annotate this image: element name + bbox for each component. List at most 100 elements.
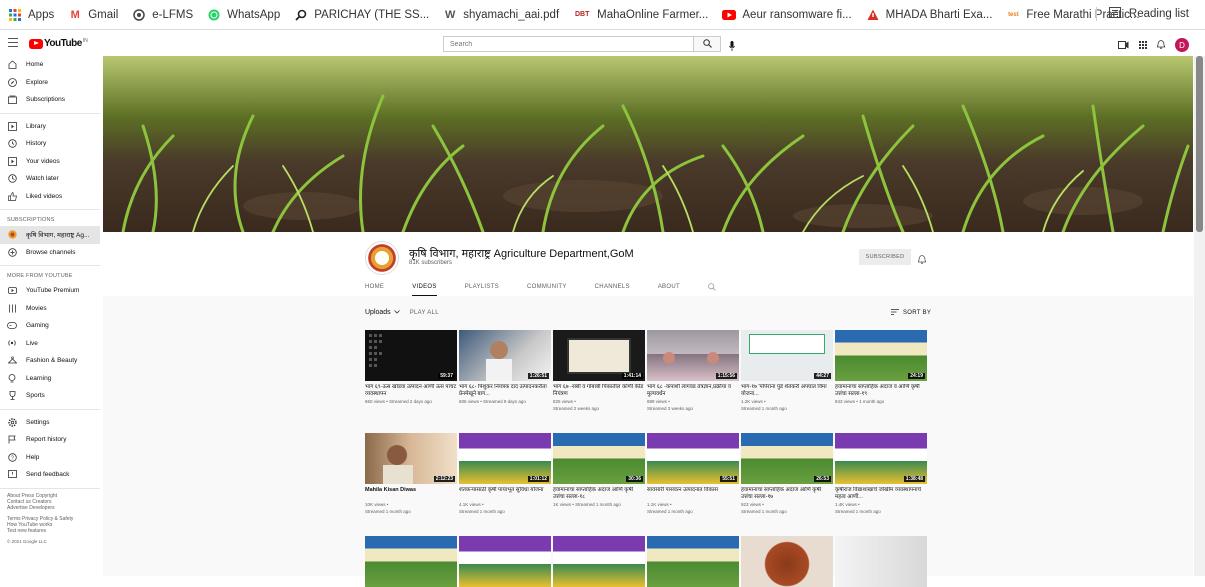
tab-home[interactable]: HOME [365, 278, 384, 296]
sidebar-item-home[interactable]: Home [0, 56, 100, 74]
page-scrollbar[interactable] [1194, 56, 1205, 576]
video-title[interactable]: भाग-१७ 'पोपेराना पुंडे शेतकरी अपघात विमा… [741, 384, 833, 398]
sidebar-item-sports[interactable]: Sports [0, 387, 100, 405]
sidebar-item-report-history[interactable]: Report history [0, 431, 100, 449]
video-title[interactable]: भाग ६८ -कपाशी लागवड तंत्रज्ञान,प्रक्रीया… [647, 384, 739, 398]
video-title[interactable]: भाग ६९-ऊस खोडवा उत्पादन आणी ऊस पाचट व्यव… [365, 384, 457, 398]
video-card[interactable]: 26:53 हवामानाचा साप्ताहिक अंदाज आणि कृषी… [741, 433, 833, 515]
video-thumbnail[interactable]: 59:37 [365, 330, 457, 381]
video-thumbnail[interactable] [459, 536, 551, 587]
video-thumbnail[interactable]: 24:19 [835, 330, 927, 381]
youtube-logo[interactable]: YouTube IN [29, 38, 88, 49]
search-button[interactable] [694, 36, 721, 52]
video-thumbnail[interactable]: 1:01:12 [459, 433, 551, 484]
sidebar-item-send-feedback[interactable]: Send feedback [0, 466, 100, 484]
video-thumbnail[interactable] [647, 536, 739, 587]
bookmark-elfms[interactable]: e-LFMS [132, 8, 193, 22]
notification-bell-icon[interactable] [917, 251, 927, 269]
video-card[interactable]: 55:51 सावसारी पासवत्न उत्पादनात विकास 1.… [647, 433, 739, 515]
video-card[interactable] [365, 536, 457, 587]
tab-community[interactable]: COMMUNITY [527, 278, 567, 296]
create-video-icon[interactable] [1118, 36, 1129, 54]
video-thumbnail[interactable]: 55:51 [647, 433, 739, 484]
sidebar-item-your-videos[interactable]: Your videos [0, 153, 100, 171]
sort-by-button[interactable]: SORT BY [891, 309, 931, 317]
bookmark-ransomware[interactable]: Aeur ransomware fi... [722, 8, 852, 22]
sidebar-item-subscriptions[interactable]: Subscriptions [0, 91, 100, 109]
menu-icon[interactable] [8, 38, 18, 47]
video-thumbnail[interactable]: 30:36 [553, 433, 645, 484]
sidebar-item-fashion[interactable]: Fashion & Beauty [0, 352, 100, 370]
video-card[interactable]: 1:41:14 भाग ६७ -रब्बी व गोबाबी पिकांतील … [553, 330, 645, 412]
sidebar-item-settings[interactable]: Settings [0, 414, 100, 432]
tab-videos[interactable]: VIDEOS [412, 278, 437, 296]
video-card[interactable] [741, 536, 833, 587]
sidebar-item-channel[interactable]: कृषि विभाग, महाराष्ट्र Ag... [0, 226, 100, 244]
microphone-icon[interactable] [729, 38, 735, 56]
sidebar-item-gaming[interactable]: Gaming [0, 317, 100, 335]
video-card[interactable]: 1:01:12 शेतकऱ्यांसाठी कृषी पायाभूत सुविध… [459, 433, 551, 515]
video-thumbnail[interactable] [553, 536, 645, 587]
sidebar-item-learning[interactable]: Learning [0, 370, 100, 388]
video-title[interactable]: शेतकऱ्यांसाठी कृषी पायाभूत सुविधा योजना [459, 487, 551, 501]
sidebar-item-liked-videos[interactable]: Liked videos [0, 188, 100, 206]
video-thumbnail[interactable] [835, 536, 927, 587]
bookmark-gmail[interactable]: M Gmail [68, 8, 119, 22]
video-card[interactable]: 59:37 भाग ६९-ऊस खोडवा उत्पादन आणी ऊस पाच… [365, 330, 457, 406]
channel-search-icon[interactable] [708, 278, 716, 296]
sidebar-item-history[interactable]: History [0, 135, 100, 153]
bookmark-apps[interactable]: Apps [8, 8, 54, 22]
video-title[interactable]: सावसारी पासवत्न उत्पादनात विकास [647, 487, 739, 501]
video-card[interactable]: 1:15:56 भाग ६८ -कपाशी लागवड तंत्रज्ञान,प… [647, 330, 739, 412]
sidebar-item-premium[interactable]: YouTube Premium [0, 282, 100, 300]
play-all-button[interactable]: PLAY ALL [410, 310, 439, 316]
search-input[interactable] [443, 36, 695, 52]
subscribed-button[interactable]: SUBSCRIBED [859, 249, 911, 265]
video-title[interactable]: हवामानाचा साप्ताहिक अंदाज आणि कृषी उत्तं… [741, 487, 833, 501]
video-thumbnail[interactable] [741, 536, 833, 587]
video-card[interactable] [647, 536, 739, 587]
video-thumbnail[interactable]: 2:12:23 [365, 433, 457, 484]
video-thumbnail[interactable]: 44:27 [741, 330, 833, 381]
apps-grid-icon[interactable] [1139, 36, 1147, 54]
video-thumbnail[interactable]: 1:38:48 [835, 433, 927, 484]
tab-about[interactable]: ABOUT [658, 278, 680, 296]
bookmark-pdf[interactable]: W shyamachi_aai.pdf [443, 8, 559, 22]
video-card[interactable] [553, 536, 645, 587]
video-title[interactable]: Mahila Kisan Diwas [365, 487, 457, 501]
sidebar-item-movies[interactable]: Movies [0, 300, 100, 318]
video-card[interactable]: 1:26:51 भाग ६८- पिशुकर नियंत्रक दाद उत्प… [459, 330, 551, 406]
video-thumbnail[interactable]: 1:41:14 [553, 330, 645, 381]
uploads-dropdown[interactable]: Uploads PLAY ALL [365, 309, 439, 316]
channel-logo[interactable] [365, 241, 399, 275]
sidebar-item-help[interactable]: ? Help [0, 449, 100, 467]
video-title[interactable]: भाग ६७ -रब्बी व गोबाबी पिकांतील कोणी कीड… [553, 384, 645, 398]
video-thumbnail[interactable]: 1:15:56 [647, 330, 739, 381]
reading-list-button[interactable]: Reading list [1095, 7, 1189, 21]
bookmark-parichay[interactable]: PARICHAY (THE SS... [294, 8, 429, 22]
footer-links[interactable]: Test new features [0, 528, 100, 534]
sidebar-item-explore[interactable]: Explore [0, 74, 100, 92]
avatar[interactable]: D [1175, 38, 1189, 52]
tab-channels[interactable]: CHANNELS [595, 278, 630, 296]
video-title[interactable]: भाग ६८- पिशुकर नियंत्रक दाद उत्पादनकरीता… [459, 384, 551, 398]
scrollbar-thumb[interactable] [1196, 56, 1203, 232]
bookmark-mahaonline[interactable]: DBT MahaOnline Farmer... [573, 8, 708, 22]
sidebar-item-browse-channels[interactable]: Browse channels [0, 244, 100, 262]
bookmark-mhada[interactable]: MHADA Bharti Exa... [866, 8, 992, 22]
sidebar-item-library[interactable]: Library [0, 118, 100, 136]
video-card[interactable]: 2:12:23 Mahila Kisan Diwas 10K views • S… [365, 433, 457, 515]
video-card[interactable] [835, 536, 927, 587]
video-card[interactable] [459, 536, 551, 587]
video-card[interactable]: 44:27 भाग-१७ 'पोपेराना पुंडे शेतकरी अपघा… [741, 330, 833, 412]
video-title[interactable]: कृषीराज विद्याशाखांचे जोखीम व्यवस्थापनाच… [835, 487, 927, 501]
video-thumbnail[interactable]: 26:53 [741, 433, 833, 484]
video-card[interactable]: 30:36 हवामानाचा साप्ताहिक अंदाज आणि कृषी… [553, 433, 645, 509]
footer-links[interactable]: Advertise Developers [0, 505, 100, 511]
tab-playlists[interactable]: PLAYLISTS [465, 278, 499, 296]
bookmark-whatsapp[interactable]: WhatsApp [207, 8, 280, 22]
notifications-bell-icon[interactable] [1156, 36, 1166, 54]
video-title[interactable]: हवामानाचा साप्ताहिक अंदाज व आणि कृषी उत्… [835, 384, 927, 398]
video-thumbnail[interactable] [365, 536, 457, 587]
sidebar-item-live[interactable]: Live [0, 335, 100, 353]
